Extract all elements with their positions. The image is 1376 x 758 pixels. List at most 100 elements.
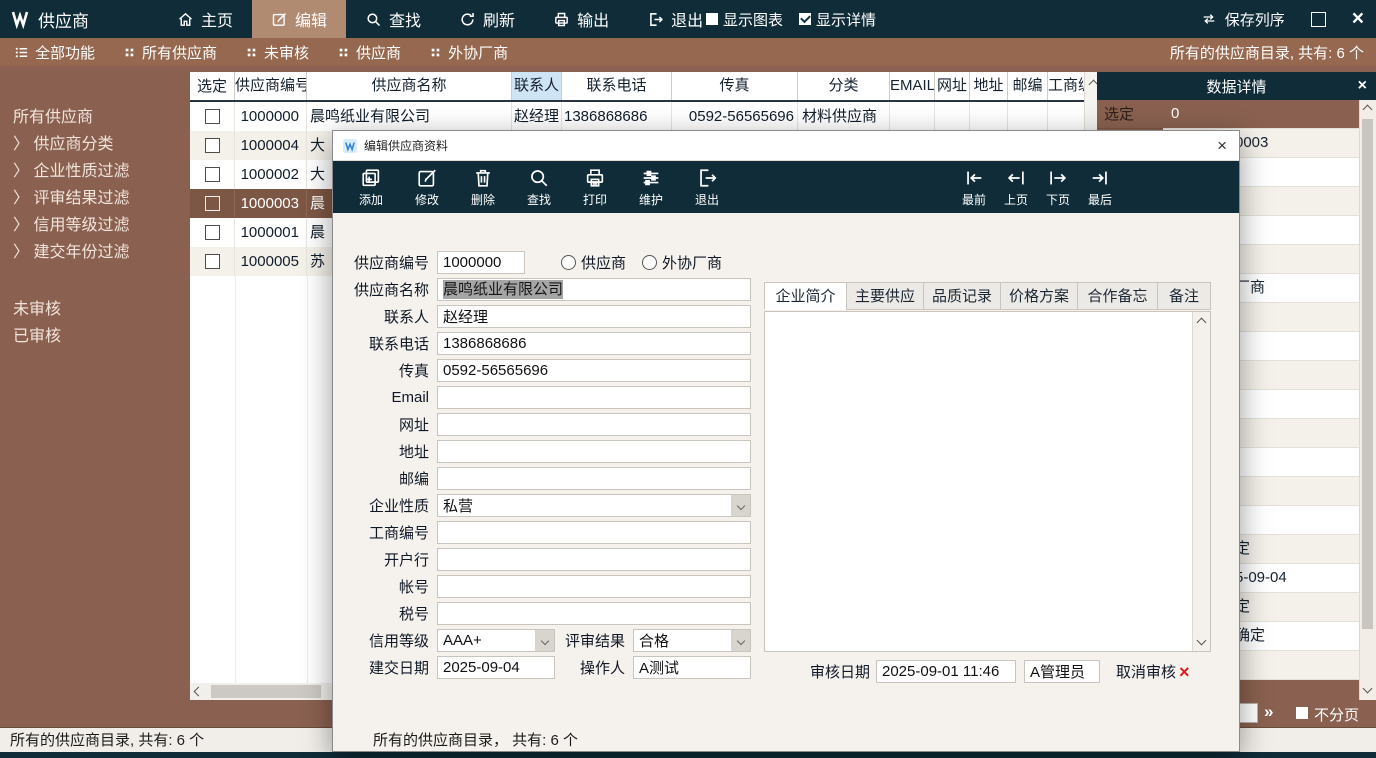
header-selected[interactable]: 选定: [190, 72, 235, 100]
sidebar-item-nature-filter[interactable]: 〉 企业性质过滤: [0, 158, 190, 185]
operator-field[interactable]: [633, 656, 751, 679]
header-zipcode[interactable]: 邮编: [1008, 72, 1048, 100]
row-checkbox-cell[interactable]: [190, 218, 235, 247]
header-fax[interactable]: 传真: [672, 72, 798, 100]
sidebar-item-audited[interactable]: 已审核: [0, 323, 190, 350]
header-email[interactable]: EMAIL: [890, 72, 935, 100]
tab-company-profile[interactable]: 企业简介: [764, 282, 846, 310]
account-field[interactable]: [437, 575, 751, 598]
nav-next-button[interactable]: 下页: [1037, 167, 1079, 208]
header-category[interactable]: 分类: [798, 72, 890, 100]
company-profile-textarea[interactable]: [764, 311, 1211, 652]
row-checkbox[interactable]: [205, 138, 220, 153]
nav-first-button[interactable]: 最前: [953, 167, 995, 208]
scroll-left-icon[interactable]: [190, 684, 206, 700]
nav-supplier[interactable]: 供应商: [323, 42, 415, 63]
menu-home[interactable]: 主页: [158, 0, 252, 38]
no-paging-checkbox[interactable]: [1296, 707, 1308, 719]
nav-last-button[interactable]: 最后: [1079, 167, 1121, 208]
details-scrollbar[interactable]: [1359, 100, 1376, 700]
zipcode-field[interactable]: [437, 467, 751, 490]
tab-main-supply[interactable]: 主要供应: [846, 282, 923, 310]
menu-refresh[interactable]: 刷新: [440, 0, 534, 38]
radio-outsource-vendor[interactable]: 外协厂商: [642, 252, 722, 273]
phone-field[interactable]: [437, 332, 751, 355]
contact-field[interactable]: [437, 305, 751, 328]
credit-dropdown[interactable]: [437, 629, 555, 652]
review-dropdown[interactable]: [633, 629, 751, 652]
menu-find[interactable]: 查找: [346, 0, 440, 38]
fax-field[interactable]: [437, 359, 751, 382]
tab-remarks[interactable]: 备注: [1157, 282, 1211, 310]
details-close-icon[interactable]: ×: [1358, 77, 1367, 95]
row-checkbox-cell[interactable]: [190, 131, 235, 160]
nav-unaudited[interactable]: 未审核: [231, 42, 323, 63]
dialog-find-button[interactable]: 查找: [511, 167, 567, 208]
address-field[interactable]: [437, 440, 751, 463]
cancel-audit-link[interactable]: 取消审核 ×: [1116, 661, 1190, 682]
sidebar-item-review-filter[interactable]: 〉 评审结果过滤: [0, 185, 190, 212]
scroll-down-icon[interactable]: [1363, 684, 1373, 694]
radio-supplier[interactable]: 供应商: [561, 252, 626, 273]
dialog-modify-button[interactable]: 修改: [399, 167, 455, 208]
business-no-field[interactable]: [437, 521, 751, 544]
memo-scrollbar[interactable]: [1192, 312, 1210, 651]
bank-field[interactable]: [437, 548, 751, 571]
dialog-print-button[interactable]: 打印: [567, 167, 623, 208]
header-contact[interactable]: 联系人: [512, 72, 562, 100]
supplier-no-field[interactable]: [437, 251, 525, 274]
maximize-button[interactable]: [1311, 12, 1326, 27]
tab-cooperation-memo[interactable]: 合作备忘: [1077, 282, 1157, 310]
auditor-field[interactable]: [1024, 660, 1100, 683]
row-checkbox-cell[interactable]: [190, 247, 235, 276]
header-supplier-no[interactable]: 供应商编号: [235, 72, 307, 100]
chevron-down-icon[interactable]: [731, 495, 750, 516]
nature-dropdown[interactable]: [437, 494, 751, 517]
tab-quality-record[interactable]: 品质记录: [923, 282, 1000, 310]
website-field[interactable]: [437, 413, 751, 436]
header-business-no[interactable]: 工商编: [1048, 72, 1085, 100]
scroll-up-icon[interactable]: [1197, 318, 1207, 328]
row-checkbox[interactable]: [205, 225, 220, 240]
nav-outsource-vendor[interactable]: 外协厂商: [415, 42, 522, 63]
menu-output[interactable]: 输出: [534, 0, 628, 38]
row-checkbox-cell[interactable]: [190, 189, 235, 218]
tab-price-plan[interactable]: 价格方案: [1000, 282, 1077, 310]
nav-all-suppliers[interactable]: 所有供应商: [109, 42, 231, 63]
row-checkbox-cell[interactable]: [190, 160, 235, 189]
audit-date-field[interactable]: [876, 660, 1016, 683]
sidebar-item-unaudited[interactable]: 未审核: [0, 296, 190, 323]
save-column-order-button[interactable]: 保存列序: [1200, 9, 1285, 30]
nav-all-functions[interactable]: 全部功能: [0, 42, 109, 63]
header-supplier-name[interactable]: 供应商名称: [307, 72, 512, 100]
show-details-checkbox[interactable]: 显示详情: [799, 9, 876, 30]
dialog-maintain-button[interactable]: 维护: [623, 167, 679, 208]
dialog-exit-button[interactable]: 退出: [679, 167, 735, 208]
header-website[interactable]: 网址: [935, 72, 970, 100]
row-checkbox[interactable]: [205, 167, 220, 182]
row-checkbox[interactable]: [205, 254, 220, 269]
details-scroll-thumb[interactable]: [1362, 119, 1373, 629]
sidebar-item-credit-filter[interactable]: 〉 信用等级过滤: [0, 212, 190, 239]
email-field[interactable]: [437, 386, 751, 409]
tax-no-field[interactable]: [437, 602, 751, 625]
sidebar-item-year-filter[interactable]: 〉 建交年份过滤: [0, 239, 190, 266]
sidebar-item-supplier-category[interactable]: 〉 供应商分类: [0, 131, 190, 158]
row-checkbox[interactable]: [205, 196, 220, 211]
dialog-delete-button[interactable]: 删除: [455, 167, 511, 208]
row-checkbox-cell[interactable]: [190, 102, 235, 131]
row-checkbox[interactable]: [205, 109, 220, 124]
header-phone[interactable]: 联系电话: [562, 72, 672, 100]
hscroll-thumb[interactable]: [211, 685, 321, 698]
chevron-down-icon[interactable]: [535, 630, 554, 651]
table-row[interactable]: 1000000晨鸣纸业有限公司赵经理13868686860592-5656569…: [190, 102, 1097, 131]
established-date-field[interactable]: [437, 656, 555, 679]
nav-prev-button[interactable]: 上页: [995, 167, 1037, 208]
chevron-down-icon[interactable]: [731, 630, 750, 651]
menu-edit[interactable]: 编辑: [252, 0, 346, 38]
close-button[interactable]: ×: [1352, 0, 1364, 38]
header-address[interactable]: 地址: [970, 72, 1008, 100]
sidebar-item-all-suppliers[interactable]: 所有供应商: [0, 104, 190, 131]
double-chevron-right-icon[interactable]: »: [1264, 702, 1271, 722]
scroll-up-icon[interactable]: [1363, 105, 1373, 115]
